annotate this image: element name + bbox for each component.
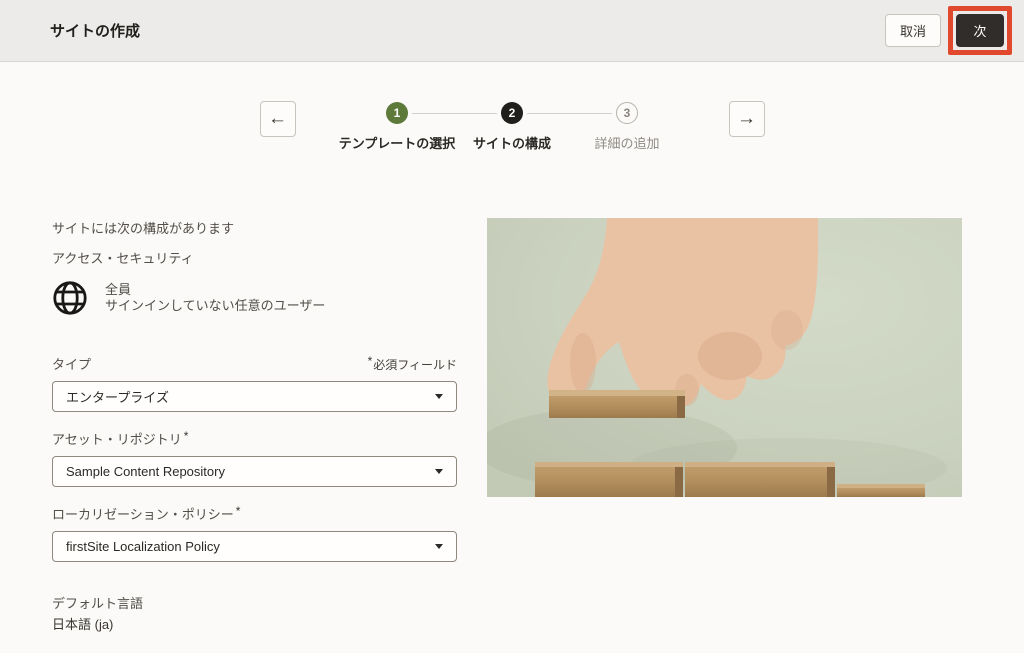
step-add-details: 3 詳細の追加 <box>570 102 685 152</box>
type-select-value: エンタープライズ <box>66 387 169 406</box>
blocks-illustration <box>487 218 962 497</box>
next-button[interactable]: 次 <box>956 14 1004 47</box>
chevron-down-icon <box>435 469 443 474</box>
form-intro-text: サイトには次の構成があります <box>52 218 457 237</box>
arrow-left-icon: ← <box>268 108 287 130</box>
page-title: サイトの作成 <box>50 20 140 41</box>
field-asset-repository: アセット・リポジトリ* Sample Content Repository <box>52 429 457 487</box>
access-description: サインインしていない任意のユーザー <box>105 298 325 314</box>
field-type: タイプ *必須フィールド エンタープライズ <box>52 354 457 412</box>
asterisk: * <box>368 354 373 368</box>
step-configure-site: 2 サイトの構成 <box>455 102 570 152</box>
header-actions: 取消 次 <box>885 6 1012 55</box>
step-3-circle[interactable]: 3 <box>616 102 638 124</box>
main-content: サイトには次の構成があります アクセス・セキュリティ 全員 サインインしていない… <box>0 218 1024 635</box>
step-3-label: 詳細の追加 <box>594 133 659 152</box>
asset-repository-select-value: Sample Content Repository <box>66 464 225 479</box>
default-language-value: 日本語 (ja) <box>52 614 457 635</box>
access-row: 全員 サインインしていない任意のユーザー <box>52 280 457 316</box>
chevron-down-icon <box>435 394 443 399</box>
stepper-next-button[interactable]: → <box>729 101 765 137</box>
type-label: タイプ <box>52 354 91 373</box>
default-language-label: デフォルト言語 <box>52 593 457 614</box>
asterisk: * <box>184 429 189 443</box>
step-select-template: 1 テンプレートの選択 <box>340 102 455 152</box>
stepper-prev-button[interactable]: ← <box>260 101 296 137</box>
arrow-right-icon: → <box>737 108 756 130</box>
field-localization-policy: ローカリゼーション・ポリシー* firstSite Localization P… <box>52 504 457 562</box>
type-select[interactable]: エンタープライズ <box>52 381 457 412</box>
cancel-button[interactable]: 取消 <box>885 14 941 47</box>
site-config-form: サイトには次の構成があります アクセス・セキュリティ 全員 サインインしていない… <box>52 218 457 635</box>
localization-policy-label: ローカリゼーション・ポリシー* <box>52 504 240 523</box>
access-text: 全員 サインインしていない任意のユーザー <box>105 280 325 314</box>
chevron-down-icon <box>435 544 443 549</box>
required-field-hint: *必須フィールド <box>368 356 457 373</box>
next-button-highlight: 次 <box>948 6 1012 55</box>
globe-icon <box>52 280 88 316</box>
default-language: デフォルト言語 日本語 (ja) <box>52 593 457 635</box>
steps: 1 テンプレートの選択 2 サイトの構成 3 詳細の追加 <box>340 100 685 152</box>
asset-repository-label: アセット・リポジトリ* <box>52 429 188 448</box>
access-title: 全員 <box>105 282 325 298</box>
step-2-label: サイトの構成 <box>473 133 551 152</box>
access-security-label: アクセス・セキュリティ <box>52 248 457 267</box>
wizard-stepper: ← 1 テンプレートの選択 2 サイトの構成 3 詳細の追加 → <box>0 100 1024 152</box>
header: サイトの作成 取消 次 <box>0 0 1024 62</box>
step-2-circle[interactable]: 2 <box>501 102 523 124</box>
asset-repository-select[interactable]: Sample Content Repository <box>52 456 457 487</box>
step-1-circle[interactable]: 1 <box>386 102 408 124</box>
localization-policy-select-value: firstSite Localization Policy <box>66 539 220 554</box>
asterisk: * <box>236 504 241 518</box>
step-1-label: テンプレートの選択 <box>339 133 456 152</box>
template-preview-image <box>487 218 962 497</box>
localization-policy-select[interactable]: firstSite Localization Policy <box>52 531 457 562</box>
